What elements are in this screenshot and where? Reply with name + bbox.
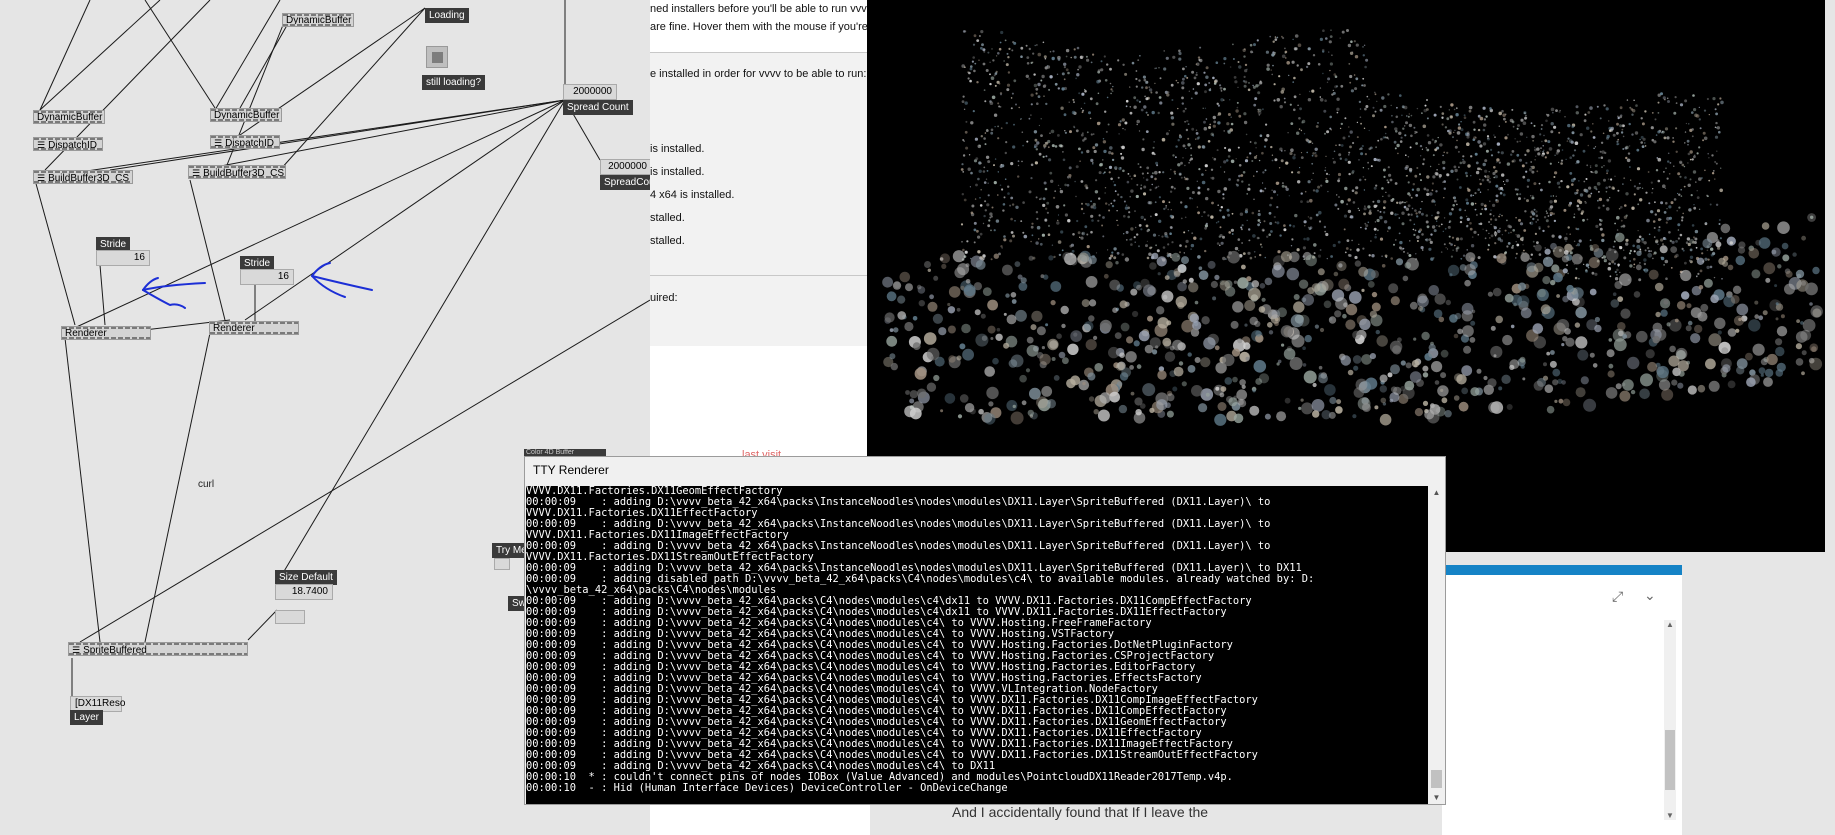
web-required-text: uired: [650,292,678,304]
node-label: Renderer [65,328,107,339]
tty-line: 00:00:10 - : Hid (Human Interface Device… [526,782,1008,794]
menu-lines-icon: ☰ [192,168,201,178]
tty-renderer-window[interactable]: TTY Renderer VVVV.DX11.Factories.DX11Geo… [524,456,1446,805]
node-dynamicbuffer-top[interactable]: DynamicBuffer [282,13,354,27]
node-dispatchid-mid[interactable]: ☰ DispatchID [210,135,280,149]
node-dispatchid-left[interactable]: ☰ DispatchID [33,137,103,151]
expand-icon[interactable]: ⤢ [1612,588,1623,605]
tty-console-output[interactable]: VVVV.DX11.Factories.DX11GeomEffectFactor… [526,486,1428,804]
stride-1-value[interactable]: 16 [96,250,150,266]
menu-lines-icon: ☰ [37,173,46,183]
try-me-toggle[interactable] [494,558,510,570]
forum-post-text: And I accidentally found that If I leave… [952,804,1209,820]
node-label: DynamicBuffer [286,15,352,26]
node-dynamicbuffer-mid[interactable]: DynamicBuffer [210,108,282,122]
tty-window-title: TTY Renderer [533,463,609,477]
loading-toggle[interactable] [426,46,448,68]
scroll-thumb[interactable] [1665,730,1675,790]
size-default-value[interactable]: 18.7400 [275,584,333,600]
menu-lines-icon: ☰ [72,645,81,655]
panel-scrollbar[interactable]: ▲ ▼ [1664,620,1676,820]
stride-2-value[interactable]: 16 [240,269,294,285]
menu-lines-icon: ☰ [37,140,46,150]
node-label: BuildBuffer3D_CS [203,168,285,179]
spread-count-value[interactable]: 2000000 [563,84,617,100]
node-label: DispatchID [48,140,97,151]
node-label: DispatchID [225,138,274,149]
node-dynamicbuffer-left[interactable]: DynamicBuffer [33,110,105,124]
web-text-line3: e installed in order for vvvv to be able… [650,68,867,80]
spread-count-label: Spread Count [563,100,633,115]
size-input-pin[interactable] [275,610,305,624]
web-text-line1: ned installers before you'll be able to … [650,3,870,15]
node-renderer-mid[interactable]: Renderer [209,321,299,335]
web-item-3: 4 x64 is installed. [650,189,735,201]
node-renderer-left[interactable]: Renderer [61,326,151,340]
spread-count-2-value[interactable]: 2000000 [600,159,650,175]
node-buildbuffer-mid[interactable]: ☰ BuildBuffer3D_CS [188,165,286,179]
web-item-1: is installed. [650,143,705,155]
node-label: SpriteBuffered [83,645,147,656]
node-label: DynamicBuffer [214,110,280,121]
forum-panel: ⤢ ⌄ ▲ ▼ [1442,565,1682,835]
node-label: BuildBuffer3D_CS [48,173,130,184]
loading-label: Loading [425,8,469,23]
node-label: DynamicBuffer [37,112,103,123]
node-spritebuffered[interactable]: ☰ SpriteBuffered [68,642,248,656]
scroll-up-icon[interactable]: ▲ [1664,620,1676,629]
web-item-2: is installed. [650,166,705,178]
scroll-up-icon[interactable]: ▲ [1429,488,1444,497]
spread-count-2-label: SpreadCou [600,175,650,190]
layer-label: Layer [70,710,104,725]
still-loading-label: still loading? [422,75,486,90]
scroll-down-icon[interactable]: ▼ [1429,793,1444,802]
required-section [650,276,870,346]
scroll-down-icon[interactable]: ▼ [1664,811,1676,820]
curl-comment: curl [198,479,215,490]
web-text-line2: are fine. Hover them with the mouse if y… [650,21,868,33]
panel-accent-bar [1442,565,1682,575]
node-label: Renderer [213,323,255,334]
menu-lines-icon: ☰ [214,138,223,148]
tty-scrollbar[interactable]: ▲ ▼ [1429,486,1444,804]
chevron-down-icon[interactable]: ⌄ [1644,587,1656,604]
web-item-5: stalled. [650,235,685,247]
node-buildbuffer-left[interactable]: ☰ BuildBuffer3D_CS [33,170,133,184]
web-item-4: stalled. [650,212,685,224]
scroll-thumb[interactable] [1431,770,1442,788]
size-default-label: Size Default [275,570,337,585]
